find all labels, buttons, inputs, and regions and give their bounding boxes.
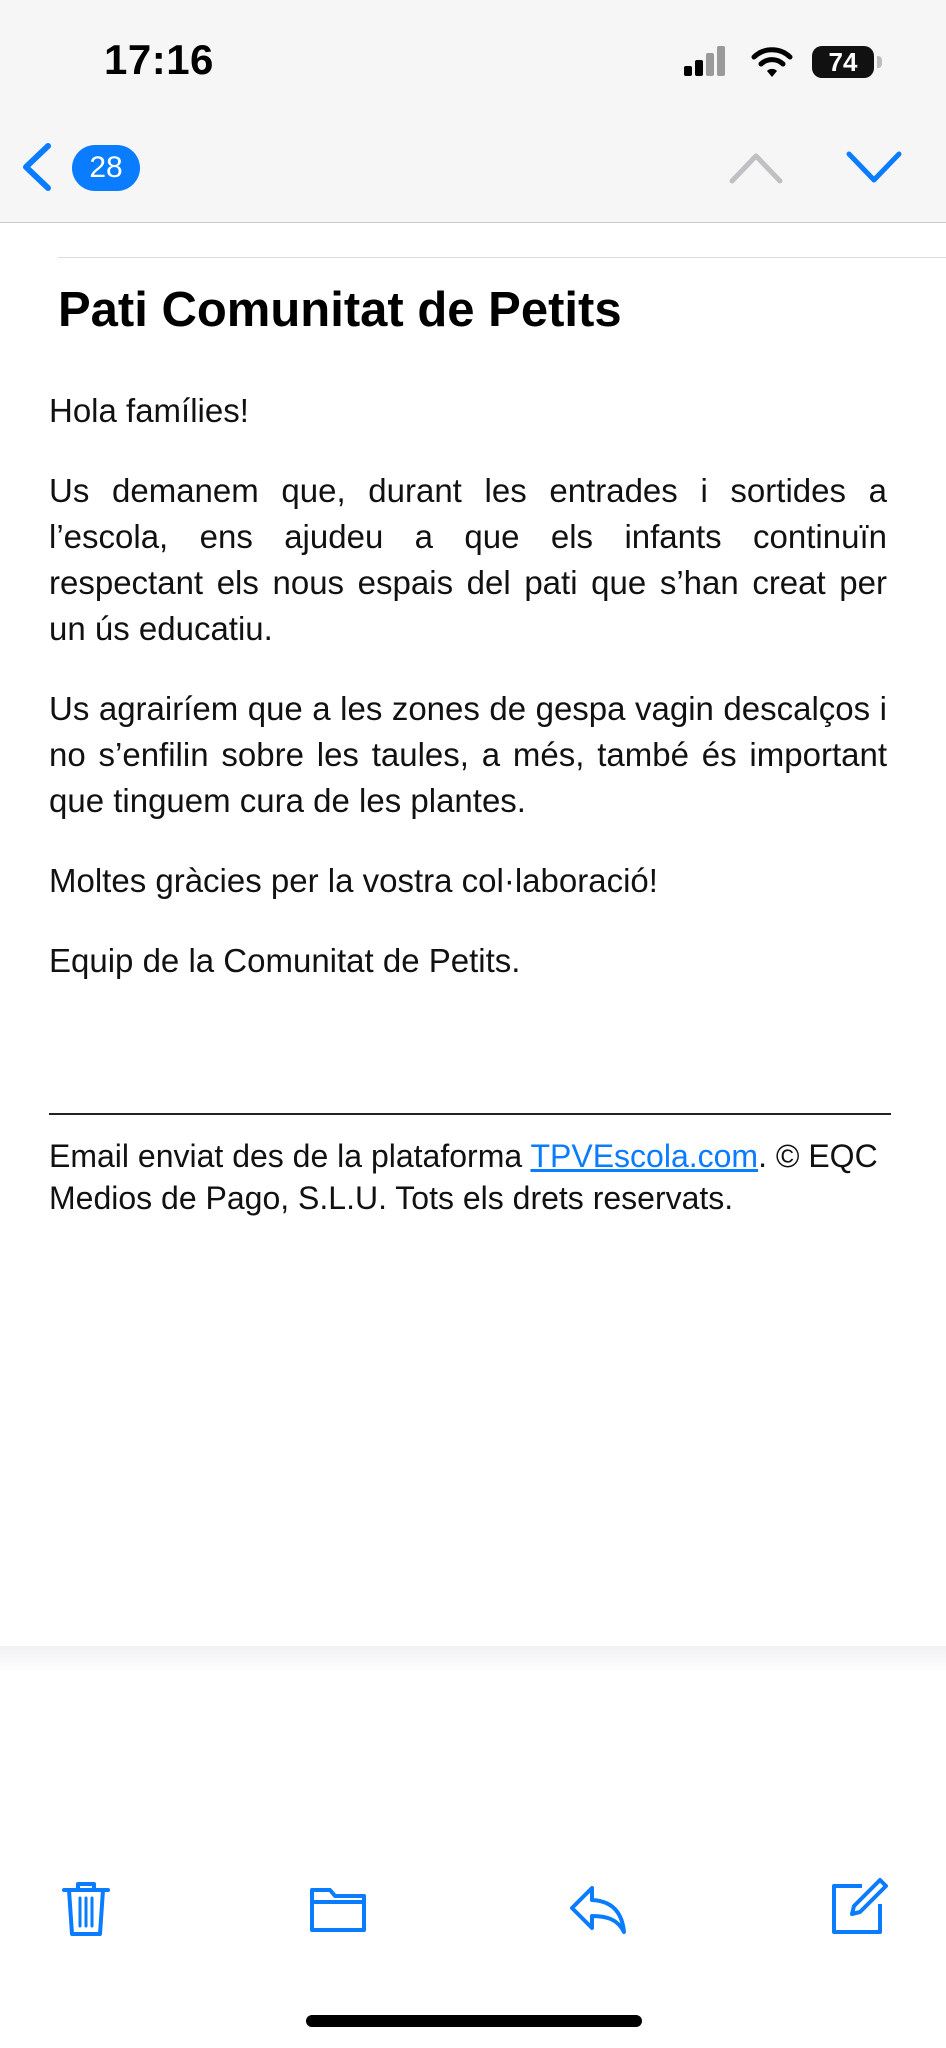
body-paragraph: Hola famílies! [49, 392, 249, 429]
footer-link[interactable]: TPVEscola.com [530, 1138, 758, 1174]
battery-level: 74 [828, 46, 858, 77]
unread-count-badge[interactable]: 28 [72, 145, 140, 191]
next-message-button[interactable] [844, 148, 904, 188]
status-icons: 74 [684, 44, 884, 80]
delete-button[interactable] [54, 1876, 118, 1940]
body-paragraph: Equip de la Comunitat de Petits. [49, 942, 521, 979]
footer-divider [49, 1113, 891, 1115]
top-navigation-bar: 17:16 74 28 [0, 0, 946, 223]
wifi-icon [750, 44, 794, 80]
status-time: 17:16 [104, 36, 214, 83]
footer-prefix: Email enviat des de la plataforma [49, 1138, 531, 1174]
back-button[interactable] [18, 142, 58, 192]
reply-button[interactable] [566, 1876, 630, 1940]
chevron-up-icon [728, 148, 784, 186]
email-subject: Pati Comunitat de Petits [58, 283, 622, 337]
email-body: Hola famílies! Us demanem que, durant le… [49, 388, 887, 1018]
compose-button[interactable] [826, 1876, 890, 1940]
previous-message-button[interactable] [728, 148, 784, 186]
battery-icon: 74 [812, 46, 882, 78]
trash-icon [54, 1876, 118, 1940]
reply-icon [566, 1876, 630, 1940]
header-divider [58, 257, 946, 258]
signal-icon [684, 44, 728, 80]
folder-icon [306, 1876, 370, 1940]
chevron-left-icon [18, 142, 58, 192]
home-indicator[interactable] [306, 2015, 642, 2027]
email-footer: Email enviat des de la plataforma TPVEsc… [49, 1135, 891, 1219]
chevron-down-icon [844, 148, 904, 188]
body-paragraph: Us demanem que, durant les entrades i so… [49, 472, 887, 647]
compose-icon [826, 1876, 890, 1940]
body-paragraph: Moltes gràcies per la vostra col·laborac… [49, 862, 658, 899]
move-to-folder-button[interactable] [306, 1876, 370, 1940]
content-bottom-edge [0, 1646, 946, 1674]
body-paragraph: Us agrairíem que a les zones de gespa va… [49, 690, 887, 819]
